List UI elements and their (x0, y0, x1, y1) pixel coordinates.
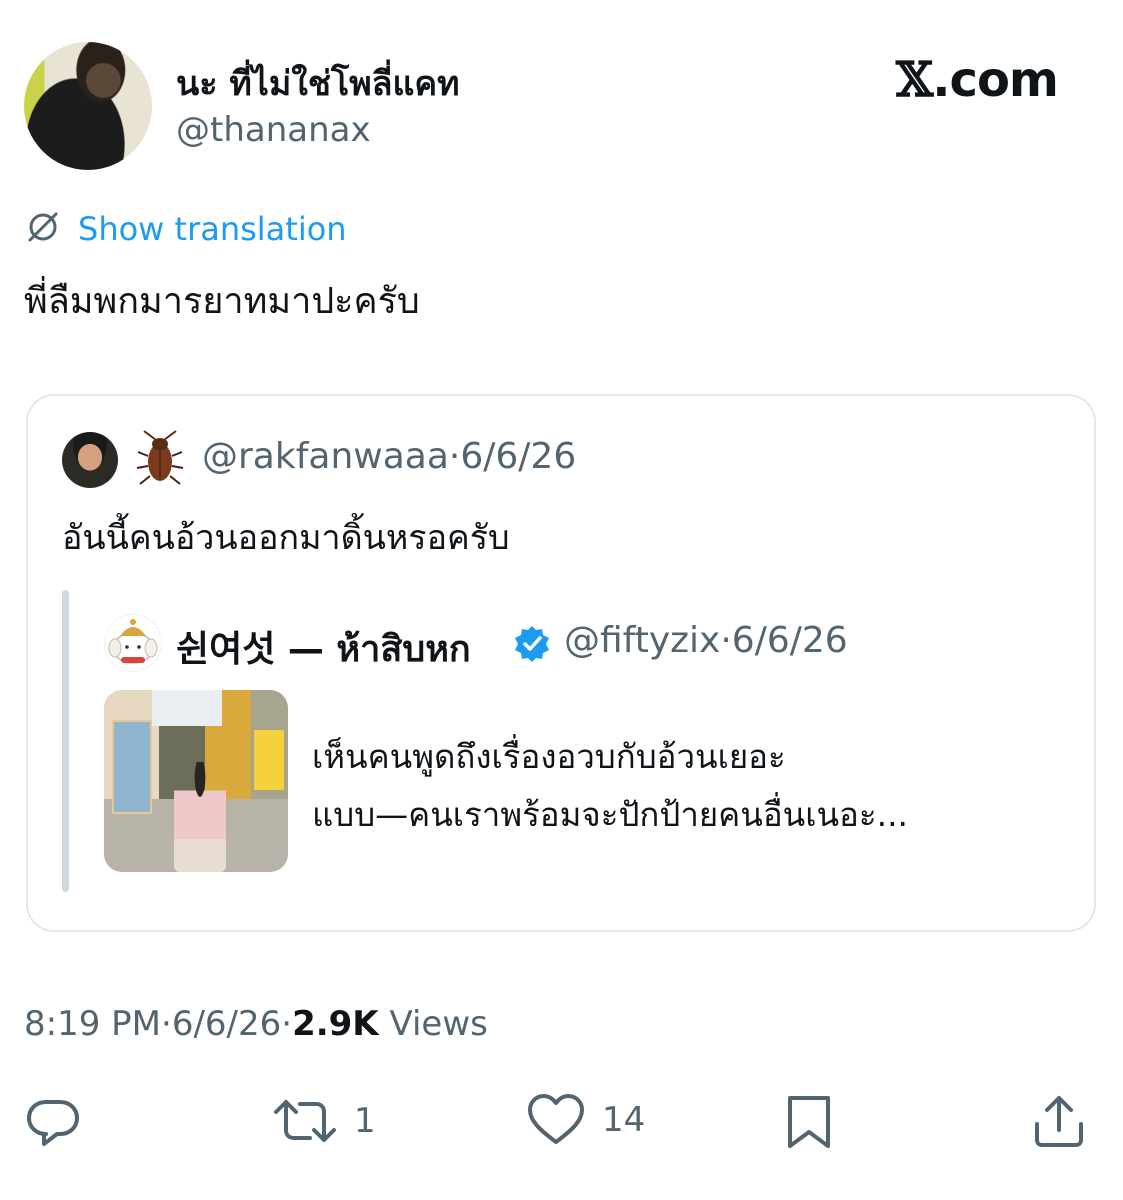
views-label: Views (389, 1004, 488, 1044)
nested-text-line-2: แบบ—คนเราพร้อมจะปักป้ายคนอื่นเนอะ... (312, 795, 909, 834)
tweet-text: พี่ลืมพกมารยาทมาปะครับ (24, 281, 420, 322)
site-logo: 𝕏.com (896, 52, 1059, 108)
bookmark-icon (782, 1092, 836, 1150)
author-handle[interactable]: @thananax (176, 110, 371, 150)
retweet-count: 1 (354, 1101, 376, 1141)
meta-separator: · (720, 620, 732, 661)
nested-quote-bar (62, 590, 69, 892)
meta-separator: · (448, 436, 461, 477)
reply-icon (24, 1092, 82, 1150)
meta-separator: · (161, 1004, 172, 1044)
nested-author-avatar[interactable] (104, 614, 162, 672)
like-button[interactable]: 14 (526, 1092, 645, 1148)
cockroach-emoji-icon (134, 430, 186, 490)
quoted-author-avatar[interactable] (62, 432, 118, 488)
author-display-name[interactable]: นะ ที่ไม่ใช่โพลี่แคท (176, 56, 460, 110)
quoted-date[interactable]: 6/6/26 (460, 436, 576, 477)
x-logo-icon: 𝕏 (896, 52, 933, 108)
retweet-icon (272, 1092, 338, 1150)
nested-text-line-1: เห็นคนพูดถึงเรื่องอวบกับอ้วนเยอะ (312, 737, 786, 776)
site-suffix: .com (932, 52, 1059, 108)
nested-author-name[interactable]: 쉰여섯 — ห้าสิบหก (176, 620, 471, 677)
retweet-button[interactable]: 1 (272, 1092, 376, 1150)
tweet-time[interactable]: 8:19 PM (24, 1004, 161, 1044)
nested-date[interactable]: 6/6/26 (732, 620, 848, 661)
translate-globe-icon (24, 208, 62, 250)
action-bar: 1 14 (0, 1092, 1123, 1156)
author-avatar[interactable] (24, 42, 152, 170)
bookmark-button[interactable] (782, 1092, 836, 1150)
quoted-tweet-text: อันนี้คนอ้วนออกมาดิ้นหรอครับ (62, 518, 510, 558)
heart-icon (526, 1092, 586, 1148)
quoted-author-handle[interactable]: @rakfanwaaa (202, 436, 449, 477)
verified-badge-icon (512, 624, 552, 668)
reply-button[interactable] (24, 1092, 82, 1150)
tweet-meta: 8:19 PM·6/6/26·2.9K Views (24, 1004, 488, 1044)
nested-author-meta: @fiftyzix·6/6/26 (564, 620, 848, 661)
show-translation-label[interactable]: Show translation (78, 210, 347, 248)
nested-author-handle[interactable]: @fiftyzix (564, 620, 720, 661)
tweet-date[interactable]: 6/6/26 (172, 1004, 281, 1044)
nested-tweet-image[interactable] (104, 690, 288, 872)
quoted-author-meta: @rakfanwaaa·6/6/26 (202, 436, 576, 477)
meta-separator: · (281, 1004, 293, 1044)
share-button[interactable] (1030, 1092, 1088, 1150)
like-count: 14 (602, 1100, 646, 1140)
show-translation-link[interactable]: Show translation (24, 206, 347, 252)
views-count: 2.9K (292, 1004, 379, 1044)
share-icon (1030, 1092, 1088, 1150)
nested-tweet-text: เห็นคนพูดถึงเรื่องอวบกับอ้วนเยอะ แบบ—คนเ… (312, 728, 908, 844)
